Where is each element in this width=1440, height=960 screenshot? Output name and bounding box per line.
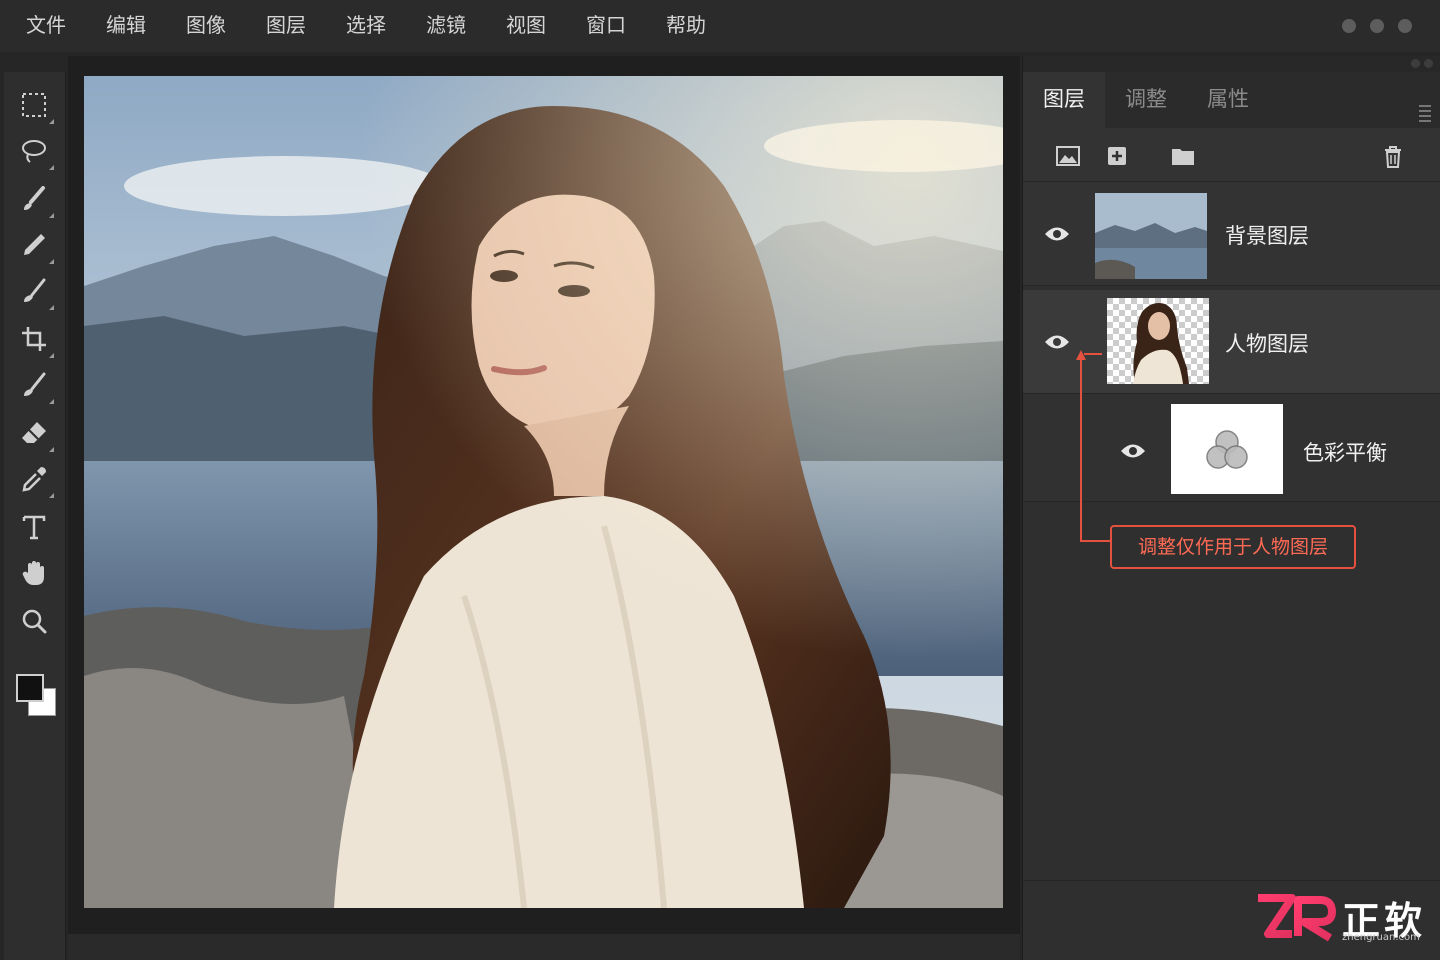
foreground-color-swatch[interactable] xyxy=(16,674,44,702)
layer-thumbnail-background xyxy=(1095,193,1207,279)
panel-divider xyxy=(1022,880,1440,881)
canvas-image[interactable] xyxy=(84,76,1003,908)
layer-toolbar xyxy=(1023,128,1440,182)
visibility-eye-icon[interactable] xyxy=(1044,333,1070,351)
quick-select-brush-icon[interactable] xyxy=(17,182,54,218)
add-layer-icon[interactable] xyxy=(1103,142,1131,170)
eraser-icon[interactable] xyxy=(17,416,54,452)
image-layer-icon[interactable] xyxy=(1054,142,1082,170)
menu-edit[interactable]: 编辑 xyxy=(86,0,166,52)
layer-row-color-balance[interactable]: 色彩平衡 xyxy=(1023,394,1440,502)
layer-row-person[interactable]: 人物图层 xyxy=(1023,290,1440,394)
minimize-button[interactable] xyxy=(1342,19,1356,33)
menu-layer[interactable]: 图层 xyxy=(246,0,326,52)
menu-window[interactable]: 窗口 xyxy=(566,0,646,52)
menu-help[interactable]: 帮助 xyxy=(646,0,726,52)
menu-select[interactable]: 选择 xyxy=(326,0,406,52)
visibility-eye-icon[interactable] xyxy=(1120,442,1146,460)
clip-arrow-stem xyxy=(1084,353,1102,355)
layer-row-background[interactable]: 背景图层 xyxy=(1023,182,1440,286)
text-icon[interactable] xyxy=(17,510,51,544)
zoom-icon[interactable] xyxy=(17,604,51,638)
lasso-icon[interactable] xyxy=(17,134,54,170)
close-button[interactable] xyxy=(1398,19,1412,33)
clone-brush-icon[interactable] xyxy=(17,368,54,404)
menu-bar: 文件 编辑 图像 图层 选择 滤镜 视图 窗口 帮助 xyxy=(0,0,1440,52)
maximize-button[interactable] xyxy=(1370,19,1384,33)
eyedropper-icon[interactable] xyxy=(17,462,54,498)
tab-adjustments[interactable]: 调整 xyxy=(1105,72,1187,128)
zr-logo-icon xyxy=(1258,894,1336,942)
menu-file[interactable]: 文件 xyxy=(0,0,86,52)
layer-thumbnail-person xyxy=(1107,298,1209,384)
layer-name: 色彩平衡 xyxy=(1303,441,1387,465)
crop-icon[interactable] xyxy=(17,322,54,358)
window-controls xyxy=(1342,19,1412,33)
watermark: 正软 zhengruan.com xyxy=(1254,890,1434,950)
menu-view[interactable]: 视图 xyxy=(486,0,566,52)
layers-panel: 图层 调整 属性 背景图层 人物图层 色彩平衡 xyxy=(1022,56,1440,960)
adjustment-thumbnail xyxy=(1171,404,1283,494)
clip-arrow-icon xyxy=(1076,350,1086,360)
marquee-icon[interactable] xyxy=(17,88,54,124)
menu-filter[interactable]: 滤镜 xyxy=(406,0,486,52)
menu-image[interactable]: 图像 xyxy=(166,0,246,52)
tools-panel xyxy=(4,72,66,960)
clip-connector-horizontal xyxy=(1080,540,1110,542)
tab-properties[interactable]: 属性 xyxy=(1187,72,1269,128)
brush-icon[interactable] xyxy=(17,274,54,310)
panel-collapse-dot[interactable] xyxy=(1411,59,1420,68)
panel-close-dot[interactable] xyxy=(1424,59,1433,68)
tab-layers[interactable]: 图层 xyxy=(1023,72,1105,128)
healing-pencil-icon[interactable] xyxy=(17,228,54,264)
layer-name: 人物图层 xyxy=(1225,332,1309,356)
visibility-eye-icon[interactable] xyxy=(1044,225,1070,243)
layer-name: 背景图层 xyxy=(1225,224,1309,248)
panel-tabs: 图层 调整 属性 xyxy=(1023,72,1440,128)
panel-header-strip xyxy=(1023,56,1440,72)
folder-icon[interactable] xyxy=(1169,142,1197,170)
clip-connector-vertical xyxy=(1080,360,1082,542)
trash-icon[interactable] xyxy=(1379,142,1407,170)
annotation-note: 调整仅作用于人物图层 xyxy=(1110,525,1356,569)
watermark-domain: zhengruan.com xyxy=(1342,932,1420,943)
hand-icon[interactable] xyxy=(17,556,51,590)
canvas-status-bar xyxy=(68,934,1020,960)
color-balance-icon xyxy=(1206,430,1248,469)
panel-menu-icon[interactable] xyxy=(1419,105,1431,125)
